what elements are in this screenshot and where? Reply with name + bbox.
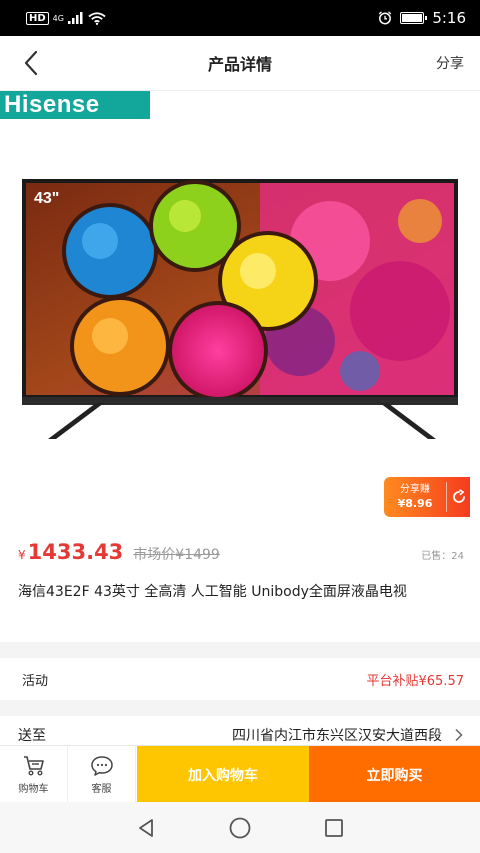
buy-now-button[interactable]: 立即购买 <box>309 746 480 803</box>
activity-row[interactable]: 活动 平台补贴¥65.57 <box>0 658 480 700</box>
clock: 5:16 <box>432 9 466 27</box>
section-divider <box>0 700 480 716</box>
alarm-icon <box>379 11 392 25</box>
share-earn-amount: ¥8.96 <box>397 497 433 510</box>
share-icon <box>452 489 465 503</box>
add-to-cart-button[interactable]: 加入购物车 <box>137 746 309 803</box>
battery-icon <box>400 12 428 24</box>
product-image-area[interactable]: Hisense 43" 分享赚 ¥8.96 <box>0 91 480 531</box>
status-bar: HD 4G 5:16 <box>0 0 480 36</box>
network-type: 4G <box>52 13 64 23</box>
cart-button[interactable]: 购物车 <box>0 746 68 803</box>
wifi-icon <box>88 11 106 25</box>
brand-logo: Hisense <box>0 91 150 119</box>
sold-count: 已售：24 <box>421 551 464 562</box>
signal-icon <box>67 12 83 24</box>
section-divider <box>0 642 480 658</box>
chat-bubble-icon <box>90 755 113 776</box>
delivery-label: 送至 <box>18 728 46 744</box>
app-header: 产品详情 分享 <box>0 36 480 91</box>
chevron-left-icon[interactable] <box>18 48 48 78</box>
back-triangle-icon[interactable] <box>135 817 157 839</box>
customer-service-button[interactable]: 客服 <box>68 746 136 803</box>
page-title: 产品详情 <box>207 55 272 74</box>
bottom-action-bar: 购物车 客服 加入购物车 立即购买 <box>0 745 480 803</box>
share-earn-button[interactable]: 分享赚 ¥8.96 <box>384 477 470 517</box>
activity-value: 平台补贴¥65.57 <box>366 673 465 689</box>
system-nav-bar <box>0 802 480 853</box>
chevron-right-icon <box>455 728 463 742</box>
home-circle-icon[interactable] <box>228 816 252 840</box>
price: 1433.43 <box>27 540 124 564</box>
service-label: 客服 <box>91 783 112 795</box>
cart-icon <box>23 755 44 776</box>
tv-product-image: 43" <box>22 179 458 439</box>
cart-label: 购物车 <box>18 783 49 795</box>
share-button[interactable]: 分享 <box>436 53 464 73</box>
product-title: 海信43E2F 43英寸 全高清 人工智能 Unibody全面屏液晶电视 <box>18 584 407 600</box>
delivery-address: 四川省内江市东兴区汉安大道西段 <box>232 728 442 744</box>
currency-symbol: ¥ <box>18 548 26 562</box>
hd-indicator: HD <box>26 11 49 25</box>
price-row: ¥ 1433.43 市场价¥1499 已售：24 <box>18 540 464 570</box>
market-price: 市场价¥1499 <box>133 547 220 563</box>
screen-size-badge: 43" <box>34 190 59 207</box>
activity-label: 活动 <box>22 673 49 689</box>
recents-square-icon[interactable] <box>323 817 345 839</box>
share-earn-label: 分享赚 <box>400 484 430 495</box>
